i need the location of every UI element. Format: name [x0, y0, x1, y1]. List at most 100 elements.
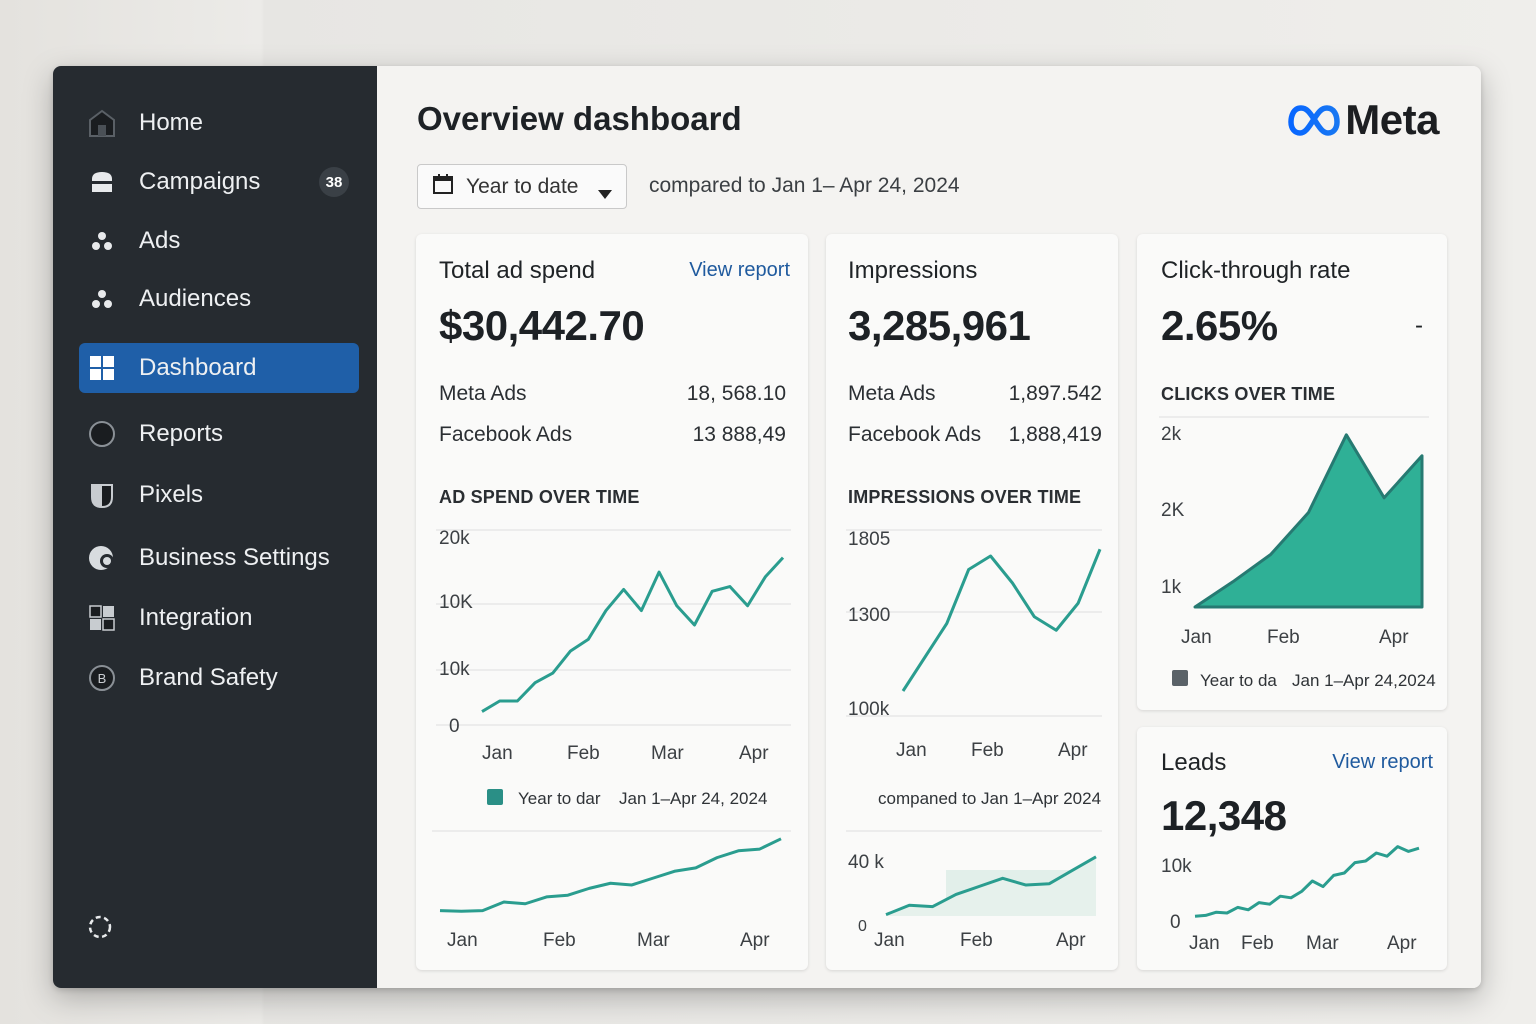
sidebar-item-home[interactable]: Home	[79, 98, 359, 148]
series-line	[439, 837, 782, 913]
x-tick-label: Apr	[740, 930, 770, 951]
x-tick-label: Mar	[651, 743, 684, 764]
legend-label: Year to da	[1200, 671, 1277, 690]
calendar-icon	[432, 173, 454, 201]
date-range-value: Year to date	[466, 174, 579, 198]
x-tick-label: Apr	[1058, 740, 1088, 761]
y-tick-label: 40 k	[848, 852, 884, 873]
x-tick-label: Jan	[447, 930, 478, 951]
app-window: Home Campaigns 38 Ads Audiences Dashboar…	[53, 66, 1481, 988]
ads-icon	[87, 226, 117, 256]
audiences-icon	[87, 284, 117, 314]
x-tick-label: Jan	[1181, 627, 1212, 648]
grid-lines	[436, 529, 791, 726]
business-settings-icon	[87, 543, 117, 573]
sidebar-item-label: Business Settings	[139, 544, 330, 571]
ad-spend-chart: 20k 10K 10k 0 Jan Feb Mar Apr Year to da…	[432, 528, 791, 951]
total-ad-spend-card: Total ad spend View report $30,442.70 Me…	[416, 234, 808, 970]
sidebar: Home Campaigns 38 Ads Audiences Dashboar…	[53, 66, 377, 988]
sidebar-item-pixels[interactable]: Pixels	[79, 470, 359, 520]
brand-safety-icon: B	[87, 663, 117, 693]
sidebar-item-ads[interactable]: Ads	[79, 216, 359, 266]
reports-icon	[87, 419, 117, 449]
sidebar-item-label: Pixels	[139, 481, 204, 508]
sidebar-item-audiences[interactable]: Audiences	[79, 274, 359, 324]
sidebar-item-dashboard[interactable]: Dashboard	[79, 343, 359, 393]
dashboard-icon	[87, 353, 117, 383]
legend-label: Jan 1–Apr 24, 2024	[619, 789, 767, 808]
y-tick-label: 2K	[1161, 500, 1185, 521]
y-tick-label: 1805	[848, 529, 890, 550]
x-tick-label: Apr	[739, 743, 769, 764]
clicks-chart: 2k 2K 1k Jan Feb Apr Year to da Jan 1–Ap…	[1159, 416, 1436, 690]
x-tick-label: Apr	[1379, 627, 1409, 648]
x-tick-label: Jan	[874, 930, 905, 951]
y-tick-label: 10k	[1161, 856, 1192, 877]
meta-logo: Meta	[1288, 96, 1439, 144]
chevron-down-icon	[598, 182, 612, 206]
impressions-card: Impressions 3,285,961 Meta Ads 1,897.542…	[826, 234, 1118, 970]
campaigns-icon	[87, 167, 117, 197]
compare-note: companed to Jan 1–Apr 2024	[878, 789, 1101, 808]
y-tick-label: 0	[449, 716, 460, 737]
leads-chart: 10k 0 Jan Feb Mar Apr	[1161, 845, 1420, 954]
sidebar-item-label: Ads	[139, 227, 181, 254]
page-title: Overview dashboard	[417, 100, 742, 137]
ctr-card: Click-through rate 2.65% - CLICKS OVER T…	[1137, 234, 1447, 710]
y-tick-label: 1k	[1161, 577, 1182, 598]
x-tick-label: Jan	[1189, 933, 1220, 954]
sidebar-item-reports[interactable]: Reports	[79, 409, 359, 459]
x-tick-label: Apr	[1387, 933, 1417, 954]
x-tick-label: Feb	[960, 930, 993, 951]
y-tick-label: 0	[858, 918, 867, 935]
sidebar-item-integration[interactable]: Integration	[79, 593, 359, 643]
x-tick-label: Feb	[971, 740, 1004, 761]
sidebar-item-label: Home	[139, 109, 204, 136]
sidebar-item-label: Audiences	[139, 285, 252, 312]
date-range-select[interactable]: Year to date	[417, 164, 627, 209]
integration-icon	[87, 603, 117, 633]
campaigns-count-badge: 38	[319, 167, 349, 197]
sidebar-item-label: Integration	[139, 604, 253, 631]
legend-swatch	[487, 789, 503, 805]
sidebar-item-campaigns[interactable]: Campaigns 38	[79, 157, 359, 207]
y-tick-label: 10k	[439, 659, 470, 680]
sidebar-item-label: Brand Safety	[139, 664, 278, 691]
series-area	[1193, 433, 1424, 609]
pixels-icon	[87, 480, 117, 510]
series-line	[1194, 845, 1420, 918]
sidebar-item-business-settings[interactable]: Business Settings	[79, 533, 359, 583]
sidebar-item-label: Reports	[139, 420, 224, 447]
y-tick-label: 20k	[439, 528, 470, 549]
y-tick-label: 1300	[848, 605, 890, 626]
x-tick-label: Jan	[482, 743, 513, 764]
svg-text:B: B	[98, 671, 107, 686]
y-tick-label: 0	[1170, 912, 1181, 933]
x-tick-label: Feb	[1267, 627, 1300, 648]
meta-infinity-icon	[1288, 105, 1341, 136]
sidebar-item-label: Dashboard	[139, 354, 257, 381]
compare-text: compared to Jan 1– Apr 24, 2024	[649, 174, 960, 197]
x-tick-label: Apr	[1056, 930, 1086, 951]
loading-icon[interactable]	[87, 914, 113, 940]
legend-label: Jan 1–Apr 24,2024	[1292, 671, 1436, 690]
series-line	[481, 556, 785, 713]
legend-label: Year to dar	[518, 789, 601, 808]
home-icon	[87, 108, 117, 138]
x-tick-label: Jan	[896, 740, 927, 761]
x-tick-label: Mar	[637, 930, 670, 951]
x-tick-label: Feb	[1241, 933, 1274, 954]
y-tick-label: 2k	[1161, 424, 1182, 445]
y-tick-label: 10K	[439, 592, 473, 613]
series-line	[901, 548, 1102, 692]
leads-card: Leads View report 12,348 10k 0 Jan Feb M…	[1137, 727, 1447, 970]
legend-swatch	[1172, 670, 1188, 686]
meta-logo-text: Meta	[1345, 96, 1439, 143]
impressions-chart: 1805 1300 100k Jan Feb Apr companed to J…	[846, 529, 1102, 951]
sidebar-item-label: Campaigns	[139, 168, 261, 195]
main-content: Overview dashboard Meta Year to date com…	[377, 66, 1481, 988]
x-tick-label: Feb	[543, 930, 576, 951]
x-tick-label: Mar	[1306, 933, 1339, 954]
sidebar-item-brand-safety[interactable]: B Brand Safety	[79, 653, 359, 703]
x-tick-label: Feb	[567, 743, 600, 764]
